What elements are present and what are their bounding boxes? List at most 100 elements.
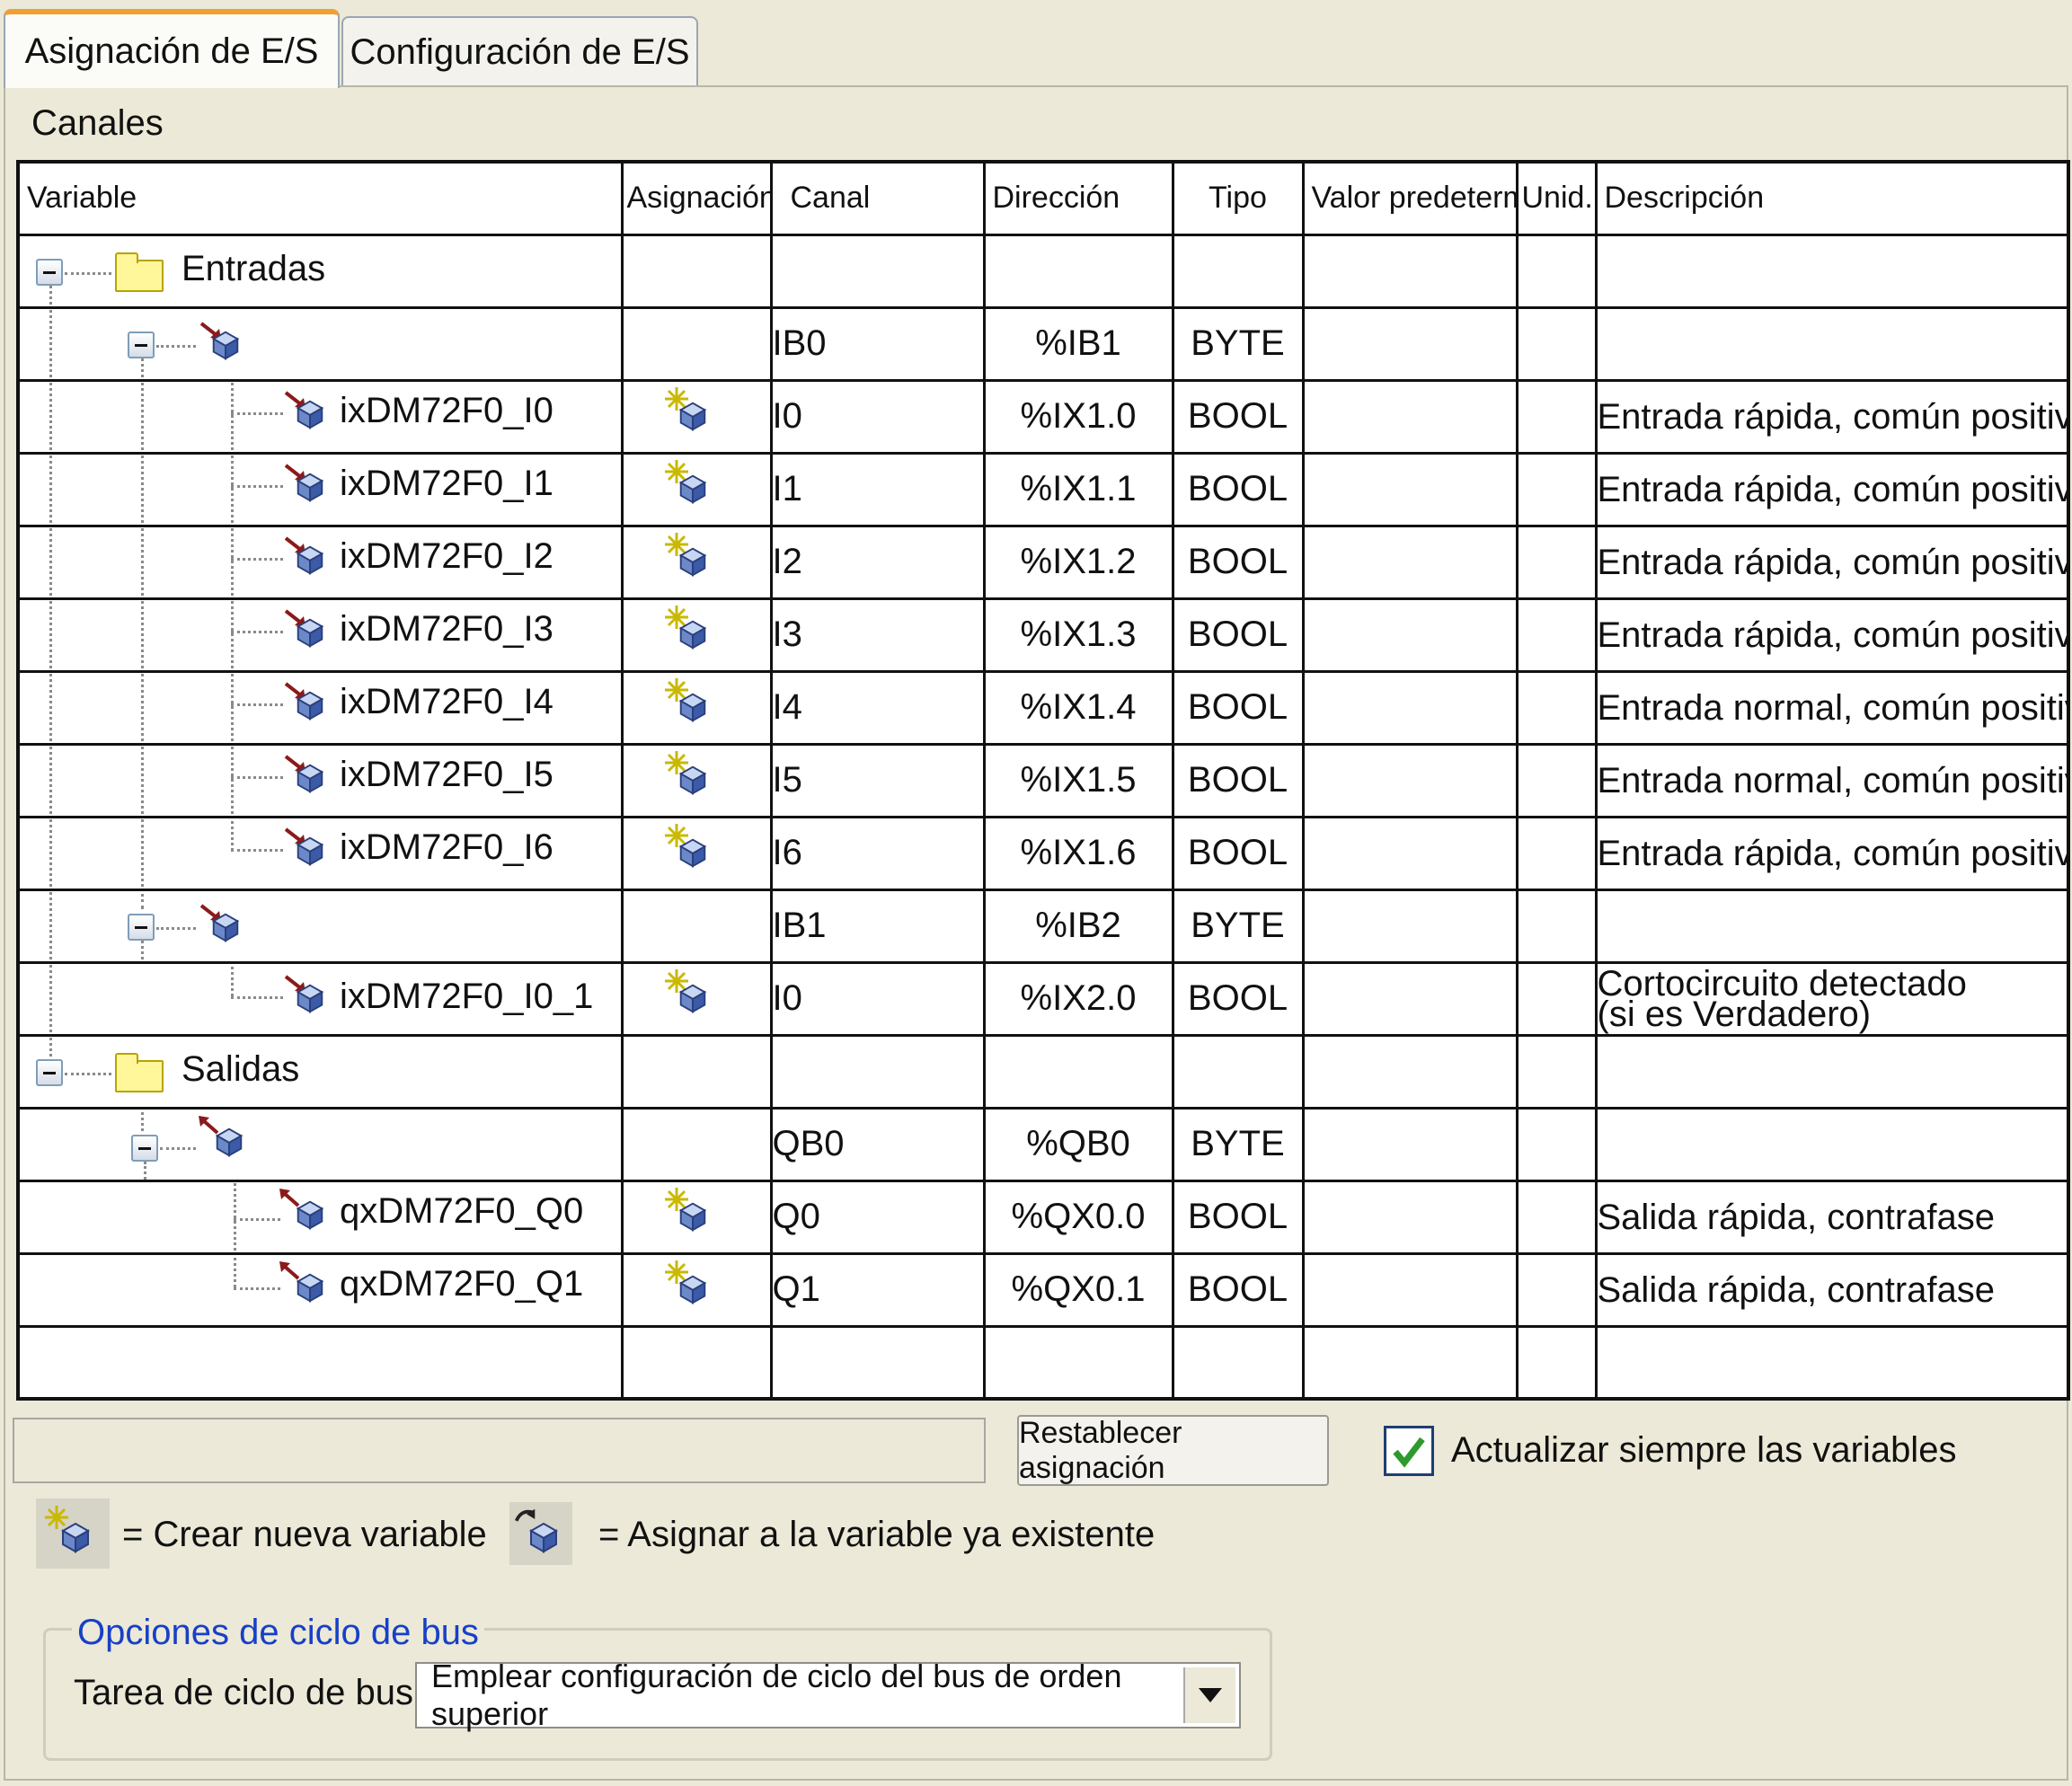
tab-io-mapping[interactable]: Asignación de E/S (4, 9, 340, 88)
create-variable-icon[interactable] (676, 616, 710, 650)
cube-icon (293, 980, 327, 1014)
variable-name[interactable]: ixDM72F0_I0 (340, 391, 553, 431)
filter-field[interactable] (13, 1418, 986, 1483)
table-row[interactable]: qxDM72F0_Q0 Q0 %QX0.0 BOOL Salida rápida… (16, 1179, 2070, 1255)
type-cell: BOOL (1171, 1251, 1305, 1328)
bus-cycle-task-select[interactable]: Emplear configuración de ciclo del bus d… (415, 1658, 1241, 1732)
reset-mapping-button[interactable]: Restablecer asignación (1017, 1415, 1329, 1486)
address-cell: %QB0 (982, 1106, 1174, 1182)
cube-icon (293, 614, 327, 649)
cube-icon (212, 1124, 246, 1158)
create-variable-icon[interactable] (676, 1198, 710, 1233)
description-cell: Salida rápida, contrafase (1594, 1179, 2070, 1255)
channel-cell: I1 (769, 451, 986, 527)
table-row[interactable]: ixDM72F0_I5 I5 %IX1.5 BOOL Entrada norma… (16, 742, 2070, 818)
create-variable-icon[interactable] (676, 762, 710, 796)
create-variable-icon[interactable] (676, 835, 710, 869)
bus-cycle-task-value: Emplear configuración de ciclo del bus d… (431, 1658, 1122, 1732)
channel-cell: I6 (769, 815, 986, 891)
cube-icon (293, 760, 327, 794)
table-row[interactable]: ixDM72F0_I0_1 I0 %IX2.0 BOOL Cortocircui… (16, 960, 2070, 1037)
cube-icon (58, 1518, 93, 1554)
cube-icon (293, 1269, 327, 1304)
unit-cell (1515, 597, 1598, 673)
table-row[interactable]: qxDM72F0_Q1 Q1 %QX0.1 BOOL Salida rápida… (16, 1251, 2070, 1328)
variable-name[interactable]: ixDM72F0_I5 (340, 755, 553, 795)
column-header-default-value[interactable]: Valor predeterm. (1301, 160, 1519, 236)
description-line: (si es Verdadero) (1597, 994, 1872, 1034)
default-value-cell[interactable] (1301, 378, 1519, 455)
variable-name[interactable]: ixDM72F0_I0_1 (340, 977, 593, 1017)
variable-name[interactable]: ixDM72F0_I1 (340, 464, 553, 504)
default-value-cell[interactable] (1301, 597, 1519, 673)
table-row[interactable]: ixDM72F0_I6 I6 %IX1.6 BOOL Entrada rápid… (16, 815, 2070, 891)
table-row[interactable]: ixDM72F0_I4 I4 %IX1.4 BOOL Entrada norma… (16, 669, 2070, 746)
create-variable-icon[interactable] (676, 689, 710, 723)
table-row[interactable]: ixDM72F0_I0 I0 %IX1.0 BOOL Entrada rápid… (16, 378, 2070, 455)
table-row[interactable]: Entradas (16, 233, 2070, 309)
tree-label: Entradas (182, 248, 326, 288)
address-cell: %IX1.6 (982, 815, 1174, 891)
always-update-checkbox[interactable] (1384, 1426, 1434, 1476)
column-header-mapping[interactable]: Asignación (620, 160, 773, 236)
column-header-channel[interactable]: Canal (769, 160, 986, 236)
address-cell: %IB1 (982, 305, 1174, 382)
assign-variable-icon (509, 1502, 572, 1565)
cube-icon (208, 909, 243, 943)
cube-icon (293, 833, 327, 867)
variable-name[interactable]: qxDM72F0_Q1 (340, 1264, 583, 1304)
channel-cell: IB1 (769, 888, 986, 964)
create-variable-icon[interactable] (676, 398, 710, 432)
channel-cell: I4 (769, 669, 986, 746)
variable-name[interactable]: ixDM72F0_I4 (340, 682, 553, 722)
table-row[interactable]: ixDM72F0_I3 I3 %IX1.3 BOOL Entrada rápid… (16, 597, 2070, 673)
variable-name[interactable]: ixDM72F0_I6 (340, 827, 553, 868)
column-header-description[interactable]: Descripción (1594, 160, 2070, 236)
address-cell: %QX0.1 (982, 1251, 1174, 1328)
table-row[interactable]: ixDM72F0_I1 I1 %IX1.1 BOOL Entrada rápid… (16, 451, 2070, 527)
collapse-toggle[interactable] (36, 258, 63, 286)
default-value-cell[interactable] (1301, 815, 1519, 891)
table-header-row: Variable Asignación Canal Dirección Tipo… (16, 160, 2070, 236)
create-variable-icon[interactable] (676, 980, 710, 1014)
default-value-cell[interactable] (1301, 524, 1519, 600)
column-header-address[interactable]: Dirección (982, 160, 1174, 236)
channel-cell: Q0 (769, 1179, 986, 1255)
address-cell: %IX1.0 (982, 378, 1174, 455)
channel-cell: Q1 (769, 1251, 986, 1328)
default-value-cell[interactable] (1301, 669, 1519, 746)
collapse-toggle[interactable] (131, 1134, 158, 1162)
default-value-cell[interactable] (1301, 742, 1519, 818)
column-header-unit[interactable]: Unid. (1515, 160, 1598, 236)
type-cell: BOOL (1171, 524, 1305, 600)
cube-icon (293, 396, 327, 430)
variable-name[interactable]: ixDM72F0_I3 (340, 609, 553, 650)
unit-cell (1515, 960, 1598, 1037)
default-value-cell[interactable] (1301, 960, 1519, 1037)
create-variable-icon[interactable] (676, 1271, 710, 1305)
collapse-toggle[interactable] (128, 331, 155, 358)
create-variable-icon[interactable] (676, 471, 710, 505)
table-row[interactable]: IB1 %IB2 BYTE (16, 888, 2070, 964)
tab-io-configuration[interactable]: Configuración de E/S (341, 16, 698, 86)
collapse-toggle[interactable] (128, 913, 155, 941)
bus-cycle-group-title: Opciones de ciclo de bus (72, 1613, 484, 1653)
type-cell: BOOL (1171, 1179, 1305, 1255)
table-row[interactable]: Salidas (16, 1033, 2070, 1110)
variable-name[interactable]: ixDM72F0_I2 (340, 536, 553, 577)
channel-cell: I2 (769, 524, 986, 600)
column-header-variable[interactable]: Variable (16, 160, 624, 236)
table-row[interactable]: ixDM72F0_I2 I2 %IX1.2 BOOL Entrada rápid… (16, 524, 2070, 600)
table-row[interactable]: IB0 %IB1 BYTE (16, 305, 2070, 382)
collapse-toggle[interactable] (36, 1058, 63, 1086)
column-header-type[interactable]: Tipo (1171, 160, 1305, 236)
default-value-cell[interactable] (1301, 451, 1519, 527)
default-value-cell[interactable] (1301, 1251, 1519, 1328)
table-row[interactable]: QB0 %QB0 BYTE (16, 1106, 2070, 1182)
default-value-cell[interactable] (1301, 1179, 1519, 1255)
tree-label: Salidas (182, 1048, 300, 1089)
create-variable-icon[interactable] (676, 544, 710, 578)
type-cell: BOOL (1171, 597, 1305, 673)
variable-name[interactable]: qxDM72F0_Q0 (340, 1191, 583, 1232)
chevron-down-icon[interactable] (1183, 1667, 1235, 1723)
